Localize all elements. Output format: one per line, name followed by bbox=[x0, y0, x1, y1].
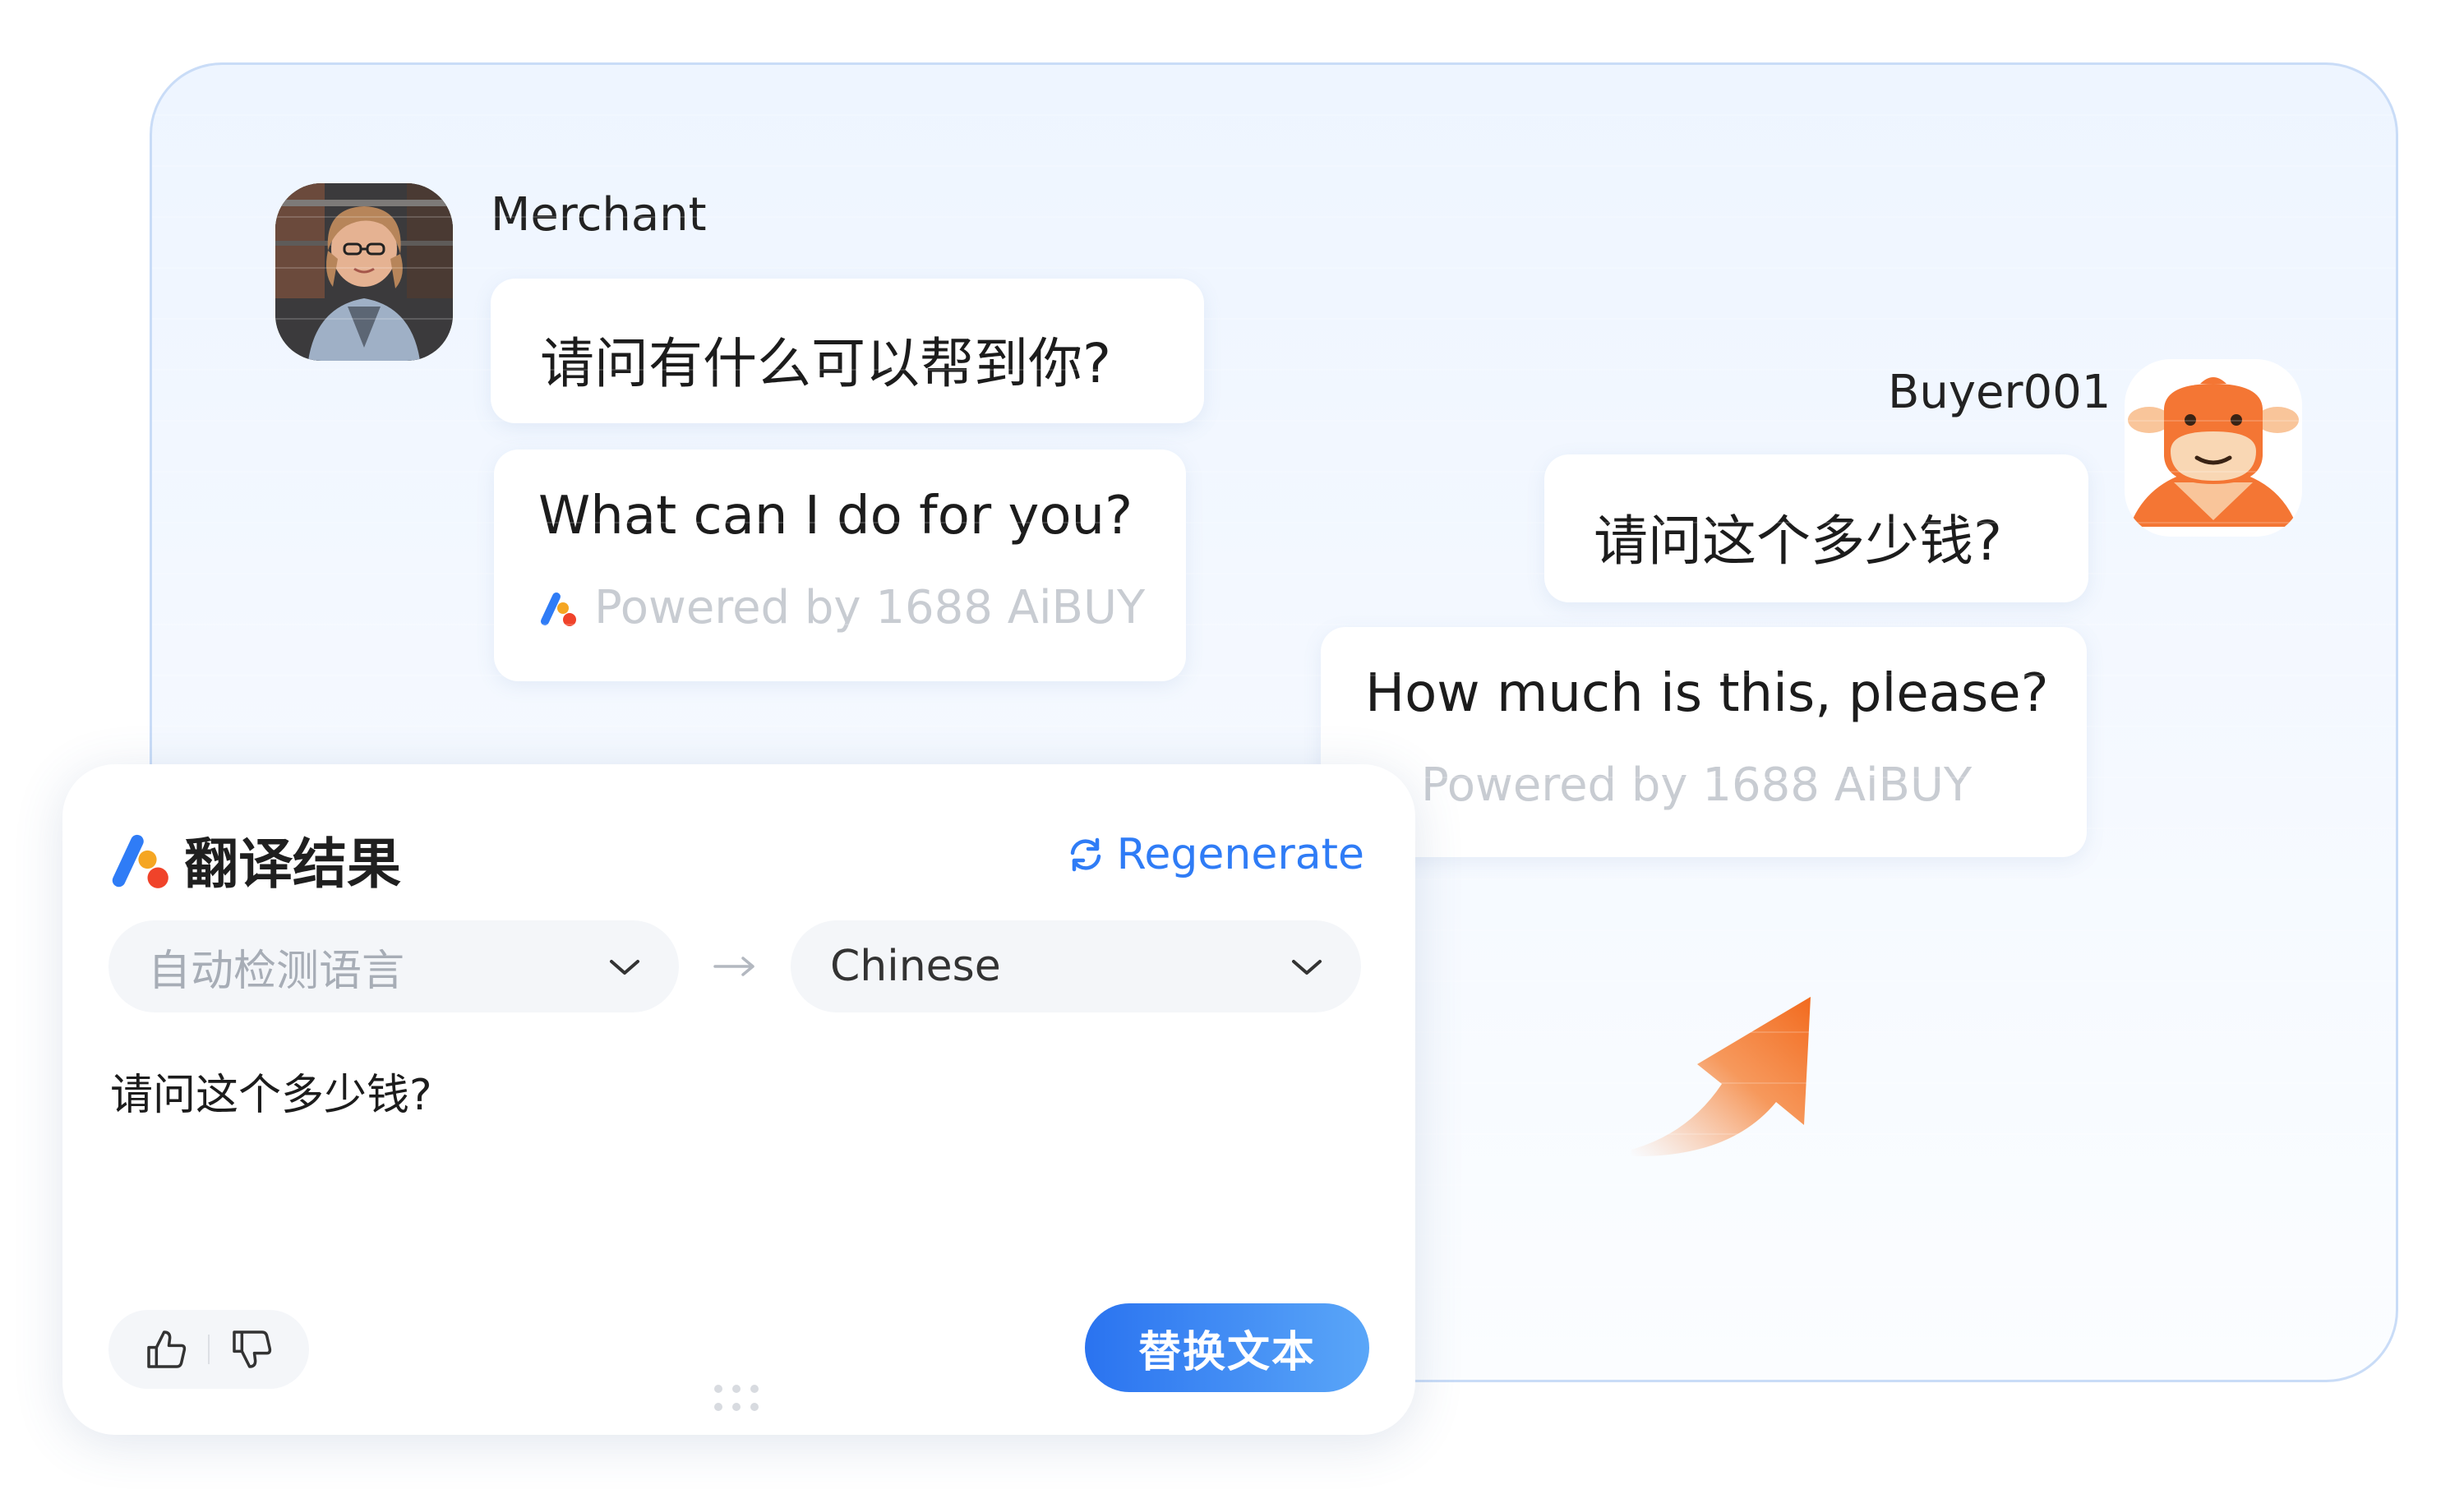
translation-panel: 翻译结果 Regenerate 自动检测语言 Chinese 请问这个多少钱? bbox=[62, 764, 1415, 1435]
aibuy-logo-icon bbox=[112, 834, 168, 888]
merchant-avatar[interactable] bbox=[275, 183, 453, 361]
buyer-powered-by: Powered by 1688 AiBUY bbox=[1421, 759, 1972, 812]
source-language-value: 自动检测语言 bbox=[148, 946, 405, 996]
buyer-translation-bubble[interactable]: How much is this, please? Powered by 168… bbox=[1321, 627, 2087, 857]
chevron-down-icon bbox=[1292, 960, 1322, 975]
panel-title: 翻译结果 bbox=[184, 832, 401, 896]
flow-arrow-icon bbox=[1631, 997, 1811, 1157]
panel-header: 翻译结果 bbox=[108, 820, 401, 899]
feedback-group bbox=[108, 1310, 309, 1389]
merchant-photo bbox=[275, 183, 453, 361]
buyer-message-original: 请问这个多少钱? bbox=[1594, 510, 2003, 573]
powered-by-text: Powered by 1688 AiBUY bbox=[1421, 759, 1973, 812]
thumbs-down-icon[interactable] bbox=[228, 1326, 275, 1372]
merchant-translation-bubble[interactable]: What can I do for you? Powered by 1688 A… bbox=[494, 450, 1186, 681]
aibuy-logo-icon bbox=[541, 592, 576, 626]
drag-handle-icon[interactable] bbox=[712, 1382, 761, 1413]
thumbs-up-icon[interactable] bbox=[143, 1326, 189, 1372]
buyer-message-translated: How much is this, please? bbox=[1365, 663, 2049, 724]
chevron-down-icon bbox=[610, 960, 639, 975]
buyer-message-bubble[interactable]: 请问这个多少钱? bbox=[1544, 454, 2088, 602]
merchant-powered-by: Powered by 1688 AiBUY bbox=[538, 581, 1145, 634]
source-language-select[interactable]: 自动检测语言 bbox=[108, 920, 679, 1012]
buyer-name: Buyer001 bbox=[1888, 366, 2111, 419]
regenerate-button[interactable]: Regenerate bbox=[1066, 830, 1364, 879]
bull-mascot-icon bbox=[2128, 377, 2299, 527]
merchant-message-translated: What can I do for you? bbox=[538, 486, 1133, 546]
source-text-field[interactable]: 请问这个多少钱? bbox=[110, 1060, 432, 1122]
target-language-select[interactable]: Chinese bbox=[791, 920, 1361, 1012]
refresh-icon bbox=[1070, 837, 1100, 872]
replace-text-button[interactable]: 替换文本 bbox=[1085, 1303, 1369, 1392]
merchant-message-original: 请问有什么可以帮到你? bbox=[540, 332, 1112, 395]
regenerate-label: Regenerate bbox=[1116, 830, 1364, 879]
merchant-name: Merchant bbox=[491, 188, 707, 242]
feedback-divider bbox=[207, 1335, 210, 1364]
arrow-right-icon bbox=[713, 957, 754, 976]
buyer-avatar[interactable] bbox=[2125, 359, 2302, 537]
target-language-value: Chinese bbox=[830, 942, 1001, 991]
powered-by-text: Powered by 1688 AiBUY bbox=[594, 581, 1146, 634]
merchant-message-bubble[interactable]: 请问有什么可以帮到你? bbox=[491, 279, 1204, 423]
